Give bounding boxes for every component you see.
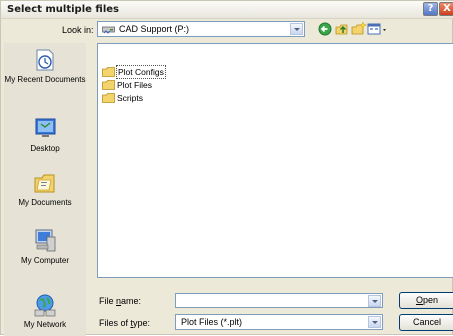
back-icon[interactable] bbox=[317, 21, 333, 37]
look-in-value: CAD Support (P:) bbox=[119, 24, 190, 34]
my-computer-icon bbox=[35, 229, 56, 252]
file-type-value: Plot Files (*.plt) bbox=[181, 317, 243, 327]
up-folder-icon[interactable] bbox=[334, 21, 350, 37]
places-bar: My Recent Documents Desktop My Documents… bbox=[4, 43, 86, 336]
file-type-chevron-down-icon[interactable] bbox=[368, 316, 381, 328]
file-type-label-pre: Files of bbox=[99, 318, 131, 328]
place-desktop[interactable]: Desktop bbox=[4, 116, 86, 154]
look-in-chevron-down-icon[interactable] bbox=[290, 23, 303, 35]
my-network-icon bbox=[34, 294, 56, 317]
file-name-label: File name: bbox=[99, 296, 141, 306]
file-name-chevron-down-icon[interactable] bbox=[368, 295, 381, 307]
place-my-network[interactable]: My Network bbox=[4, 292, 86, 330]
place-label: My Computer bbox=[20, 256, 69, 265]
place-label: My Documents bbox=[18, 198, 72, 207]
folder-icon bbox=[102, 67, 115, 77]
file-list[interactable]: Plot Configs Plot Files Scripts bbox=[97, 43, 453, 278]
cancel-button[interactable]: Cancel bbox=[399, 314, 453, 331]
recent-documents-icon bbox=[36, 49, 54, 71]
my-documents-icon bbox=[34, 174, 55, 193]
help-button[interactable]: ? bbox=[423, 2, 438, 16]
place-my-computer[interactable]: My Computer bbox=[4, 228, 86, 266]
select-files-dialog: Select multiple files ? X Look in: CAD S… bbox=[0, 0, 453, 336]
place-my-recent-documents[interactable]: My Recent Documents bbox=[4, 47, 86, 85]
open-button-accel: O bbox=[415, 295, 423, 305]
look-in-label: Look in: bbox=[62, 25, 94, 35]
file-type-dropdown[interactable]: Plot Files (*.plt) bbox=[175, 314, 383, 330]
file-name-label: Plot Files bbox=[117, 80, 152, 90]
place-my-documents[interactable]: My Documents bbox=[4, 170, 86, 208]
views-menu-icon[interactable] bbox=[367, 21, 389, 37]
open-button-label: pen bbox=[422, 295, 439, 305]
file-name-label-pre: File bbox=[99, 296, 117, 306]
file-name-combo[interactable] bbox=[175, 293, 383, 308]
network-drive-icon bbox=[102, 26, 115, 34]
folder-icon bbox=[102, 93, 115, 103]
look-in-dropdown[interactable]: CAD Support (P:) bbox=[97, 21, 305, 37]
new-folder-icon[interactable] bbox=[351, 21, 367, 37]
close-button[interactable]: X bbox=[439, 2, 453, 16]
place-label: My Network bbox=[23, 320, 67, 329]
folder-icon bbox=[102, 80, 115, 90]
dialog-title: Select multiple files bbox=[7, 4, 119, 15]
file-type-label: Files of type: bbox=[99, 318, 150, 328]
open-button[interactable]: Open bbox=[399, 292, 453, 309]
title-bar[interactable]: Select multiple files ? X bbox=[1, 1, 453, 19]
file-name-label: Scripts bbox=[117, 93, 143, 103]
desktop-icon bbox=[35, 118, 56, 137]
file-type-label-post: ype: bbox=[133, 318, 151, 328]
place-label: My Recent Documents bbox=[4, 75, 86, 84]
file-name-label-post: ame: bbox=[121, 296, 142, 306]
place-label: Desktop bbox=[30, 144, 60, 153]
file-name-label: Plot Configs bbox=[116, 65, 166, 79]
